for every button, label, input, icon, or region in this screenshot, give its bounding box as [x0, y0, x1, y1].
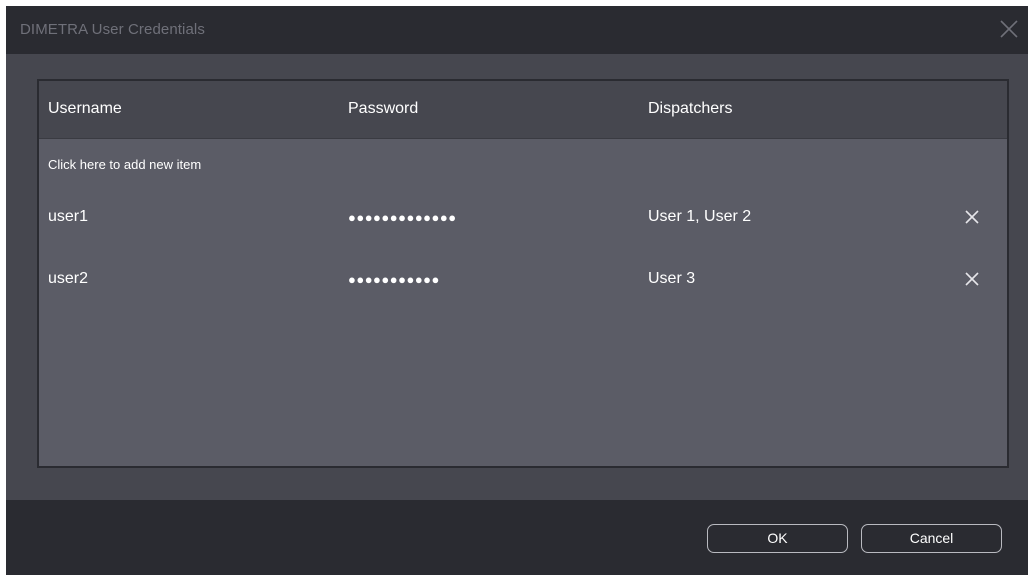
close-icon [1000, 20, 1018, 38]
username-cell[interactable]: user1 [48, 208, 88, 226]
column-header-password[interactable]: Password [348, 100, 418, 118]
column-header-username[interactable]: Username [48, 100, 122, 118]
username-cell[interactable]: user2 [48, 270, 88, 288]
ok-button[interactable]: OK [707, 524, 848, 553]
delete-x-icon [965, 272, 979, 286]
add-new-item-row[interactable]: Click here to add new item [48, 157, 201, 172]
delete-row-button[interactable] [964, 271, 980, 287]
delete-row-button[interactable] [964, 209, 980, 225]
title-bar: DIMETRA User Credentials [6, 6, 1028, 54]
delete-x-icon [965, 210, 979, 224]
password-cell[interactable]: ●●●●●●●●●●●●● [348, 210, 457, 225]
cancel-button[interactable]: Cancel [861, 524, 1002, 553]
close-button[interactable] [996, 16, 1022, 42]
dispatchers-cell[interactable]: User 1, User 2 [648, 208, 751, 226]
dispatchers-cell[interactable]: User 3 [648, 270, 695, 288]
window-title: DIMETRA User Credentials [20, 21, 205, 38]
grid-header: Username Password Dispatchers [39, 81, 1007, 139]
column-header-dispatchers[interactable]: Dispatchers [648, 100, 732, 118]
table-row[interactable]: user2 ●●●●●●●●●●● User 3 [39, 259, 1007, 299]
dialog-footer: OK Cancel [6, 500, 1028, 575]
credentials-grid: Username Password Dispatchers Click here… [37, 79, 1009, 468]
table-row[interactable]: user1 ●●●●●●●●●●●●● User 1, User 2 [39, 197, 1007, 237]
credentials-dialog: DIMETRA User Credentials Username Passwo… [6, 6, 1028, 575]
password-cell[interactable]: ●●●●●●●●●●● [348, 272, 440, 287]
